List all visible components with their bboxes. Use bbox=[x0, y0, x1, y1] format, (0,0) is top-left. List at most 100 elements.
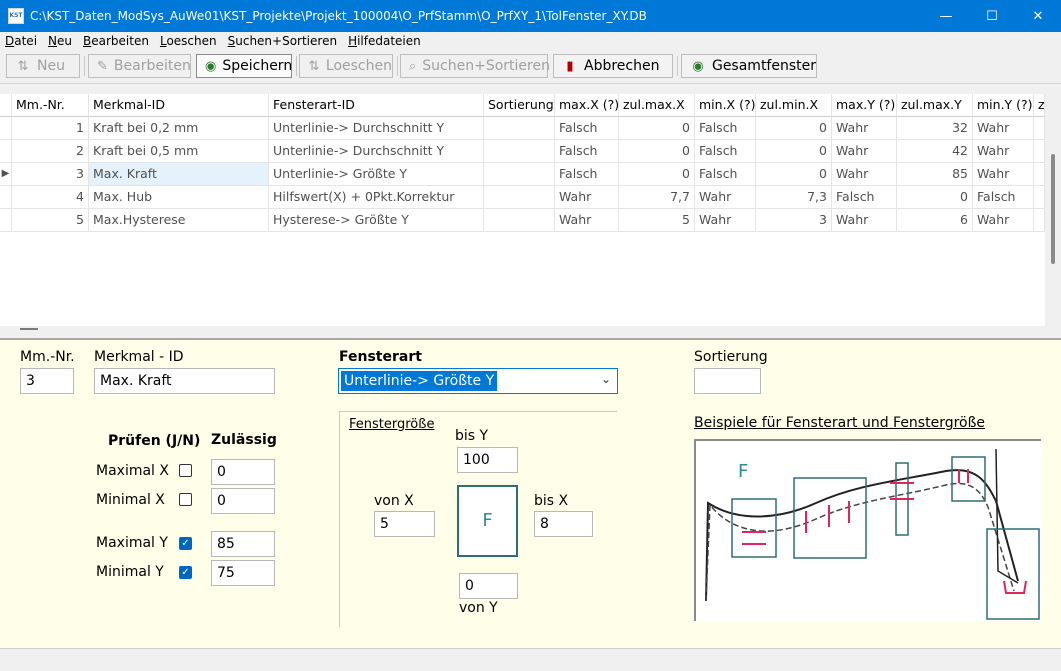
table-cell bbox=[484, 209, 555, 232]
menu-bearbeiten[interactable]: Bearbeiten bbox=[78, 34, 155, 48]
table-cell: Falsch bbox=[695, 163, 756, 186]
sortierung-label: Sortierung bbox=[694, 349, 768, 365]
column-header[interactable]: Sortierung bbox=[484, 94, 555, 117]
fenstergroesse-label: Fenstergröße bbox=[349, 417, 435, 432]
toolbar-separator bbox=[397, 56, 398, 76]
table-cell: 6 bbox=[897, 209, 973, 232]
vertical-scrollbar[interactable] bbox=[1045, 94, 1061, 326]
suchen-sortieren-label: Suchen+Sortieren bbox=[422, 58, 550, 74]
table-cell: Max. Kraft bbox=[89, 163, 269, 186]
column-header[interactable]: zul.max.Y bbox=[897, 94, 973, 117]
table-cell: Falsch bbox=[695, 140, 756, 163]
table-cell bbox=[484, 163, 555, 186]
speichern-button[interactable]: ◉ Speichern bbox=[196, 54, 292, 78]
column-header[interactable]: Merkmal-ID bbox=[89, 94, 269, 117]
sortierung-field[interactable] bbox=[694, 368, 761, 394]
row-selector[interactable] bbox=[0, 140, 12, 163]
speichern-label: Speichern bbox=[222, 58, 293, 74]
column-header[interactable]: Fensterart-ID bbox=[269, 94, 484, 117]
table-row[interactable]: 4 Max. Hub Hilfswert(X) + 0Pkt.Korrektur Wa… bbox=[0, 186, 1045, 209]
example-letter: F bbox=[738, 461, 748, 482]
close-button[interactable]: ✕ bbox=[1015, 0, 1061, 32]
title-bar: KST C:\KST_Daten_ModSys_AuWe01\KST_Proje… bbox=[0, 0, 1061, 32]
neu-button[interactable]: ⇅ Neu bbox=[6, 54, 80, 78]
minimal-x-label: Minimal X bbox=[96, 492, 165, 508]
fensterart-select[interactable]: Unterlinie-> Größte Y ⌄ bbox=[338, 368, 618, 394]
menu-datei[interactable]: Datei bbox=[0, 34, 43, 48]
gesamtfenster-label: Gesamtfenster bbox=[711, 58, 816, 74]
column-header[interactable]: max.Y (?) bbox=[832, 94, 897, 117]
minimal-y-field[interactable]: 75 bbox=[211, 560, 275, 586]
table-cell: 5 bbox=[12, 209, 89, 232]
table-cell: Falsch bbox=[832, 186, 897, 209]
beispiele-label: Beispiele für Fensterart und Fenstergröß… bbox=[694, 415, 986, 431]
search-icon: ⌕ bbox=[409, 58, 417, 74]
column-header[interactable]: min.Y (?) bbox=[973, 94, 1034, 117]
table-cell: Max. Hub bbox=[89, 186, 269, 209]
abbrechen-label: Abbrechen bbox=[584, 58, 660, 74]
table-row[interactable]: 2 Kraft bei 0,5 mm Unterlinie-> Durchschni… bbox=[0, 140, 1045, 163]
table-cell: 0 bbox=[619, 163, 695, 186]
menu-hilfedateien[interactable]: Hilfedateien bbox=[343, 34, 427, 48]
menu-suchen-sortieren[interactable]: Suchen+Sortieren bbox=[223, 34, 343, 48]
scrollbar-thumb[interactable] bbox=[1051, 154, 1055, 264]
minimal-x-field[interactable]: 0 bbox=[211, 488, 275, 514]
table-cell: Falsch bbox=[973, 186, 1034, 209]
row-selector[interactable] bbox=[0, 117, 12, 140]
bis-x-field[interactable]: 8 bbox=[534, 511, 593, 537]
row-selector[interactable]: ▶ bbox=[0, 163, 12, 186]
table-cell: Falsch bbox=[555, 163, 619, 186]
merkmal-id-field[interactable]: Max. Kraft bbox=[94, 368, 275, 394]
table-cell: Hysterese-> Größte Y bbox=[269, 209, 484, 232]
bis-y-label: bis Y bbox=[455, 428, 489, 444]
abbrechen-button[interactable]: ▮ Abbrechen bbox=[553, 54, 673, 78]
maximal-y-field[interactable]: 85 bbox=[211, 531, 275, 557]
table-cell bbox=[1034, 186, 1045, 209]
table-cell: 32 bbox=[897, 117, 973, 140]
table-cell: Kraft bei 0,5 mm bbox=[89, 140, 269, 163]
maximal-y-checkbox[interactable]: ✓ bbox=[179, 537, 192, 550]
table-row[interactable]: 5 Max.Hysterese Hysterese-> Größte Y Wahr 5 W… bbox=[0, 209, 1045, 232]
column-header[interactable]: z bbox=[1034, 94, 1045, 117]
minimize-button[interactable]: — bbox=[923, 0, 969, 32]
column-header[interactable]: zul.max.X bbox=[619, 94, 695, 117]
table-row[interactable]: 1 Kraft bei 0,2 mm Unterlinie-> Durchschni… bbox=[0, 117, 1045, 140]
table-cell bbox=[1034, 209, 1045, 232]
chevron-down-icon[interactable]: ⌄ bbox=[601, 372, 611, 386]
menu-loeschen[interactable]: Loeschen bbox=[155, 34, 223, 48]
table-cell bbox=[1034, 117, 1045, 140]
von-x-field[interactable]: 5 bbox=[374, 511, 435, 537]
von-y-field[interactable]: 0 bbox=[459, 573, 518, 599]
minimal-y-checkbox[interactable]: ✓ bbox=[179, 566, 192, 579]
splitter-handle[interactable] bbox=[20, 328, 38, 330]
gesamtfenster-button[interactable]: ◉ Gesamtfenster bbox=[681, 54, 817, 78]
mmnr-field[interactable]: 3 bbox=[20, 368, 74, 394]
bis-y-field[interactable]: 100 bbox=[457, 447, 518, 473]
column-header[interactable]: max.X (?) bbox=[555, 94, 619, 117]
table-cell: 0 bbox=[619, 140, 695, 163]
menu-bar: Datei Neu Bearbeiten Loeschen Suchen+Sor… bbox=[0, 32, 1061, 50]
menu-neu[interactable]: Neu bbox=[43, 34, 78, 48]
maximize-button[interactable]: ☐ bbox=[969, 0, 1015, 32]
save-icon: ◉ bbox=[205, 58, 217, 74]
table-row[interactable]: ▶ 3 Max. Kraft Unterlinie-> Größte Y Falsch 0… bbox=[0, 163, 1045, 186]
column-header[interactable]: min.X (?) bbox=[695, 94, 756, 117]
edit-icon: ✎ bbox=[97, 58, 108, 74]
maximal-x-checkbox[interactable] bbox=[179, 464, 192, 477]
row-selector[interactable] bbox=[0, 209, 12, 232]
minimal-x-checkbox[interactable] bbox=[179, 493, 192, 506]
table-cell: Wahr bbox=[832, 140, 897, 163]
table-cell: 2 bbox=[12, 140, 89, 163]
toolbar-separator bbox=[84, 56, 85, 76]
von-x-label: von X bbox=[374, 493, 414, 509]
maximal-x-field[interactable]: 0 bbox=[211, 459, 275, 485]
table-cell: Wahr bbox=[695, 186, 756, 209]
row-selector[interactable] bbox=[0, 186, 12, 209]
loeschen-button[interactable]: ⇅ Loeschen bbox=[299, 54, 393, 78]
column-header[interactable]: Mm.-Nr. bbox=[12, 94, 89, 117]
suchen-sortieren-button[interactable]: ⌕ Suchen+Sortieren bbox=[400, 54, 550, 78]
pruefen-label: Prüfen (J/N) bbox=[108, 433, 201, 449]
column-header[interactable]: zul.min.X bbox=[756, 94, 832, 117]
bearbeiten-button[interactable]: ✎ Bearbeiten bbox=[88, 54, 191, 78]
table-cell bbox=[1034, 140, 1045, 163]
